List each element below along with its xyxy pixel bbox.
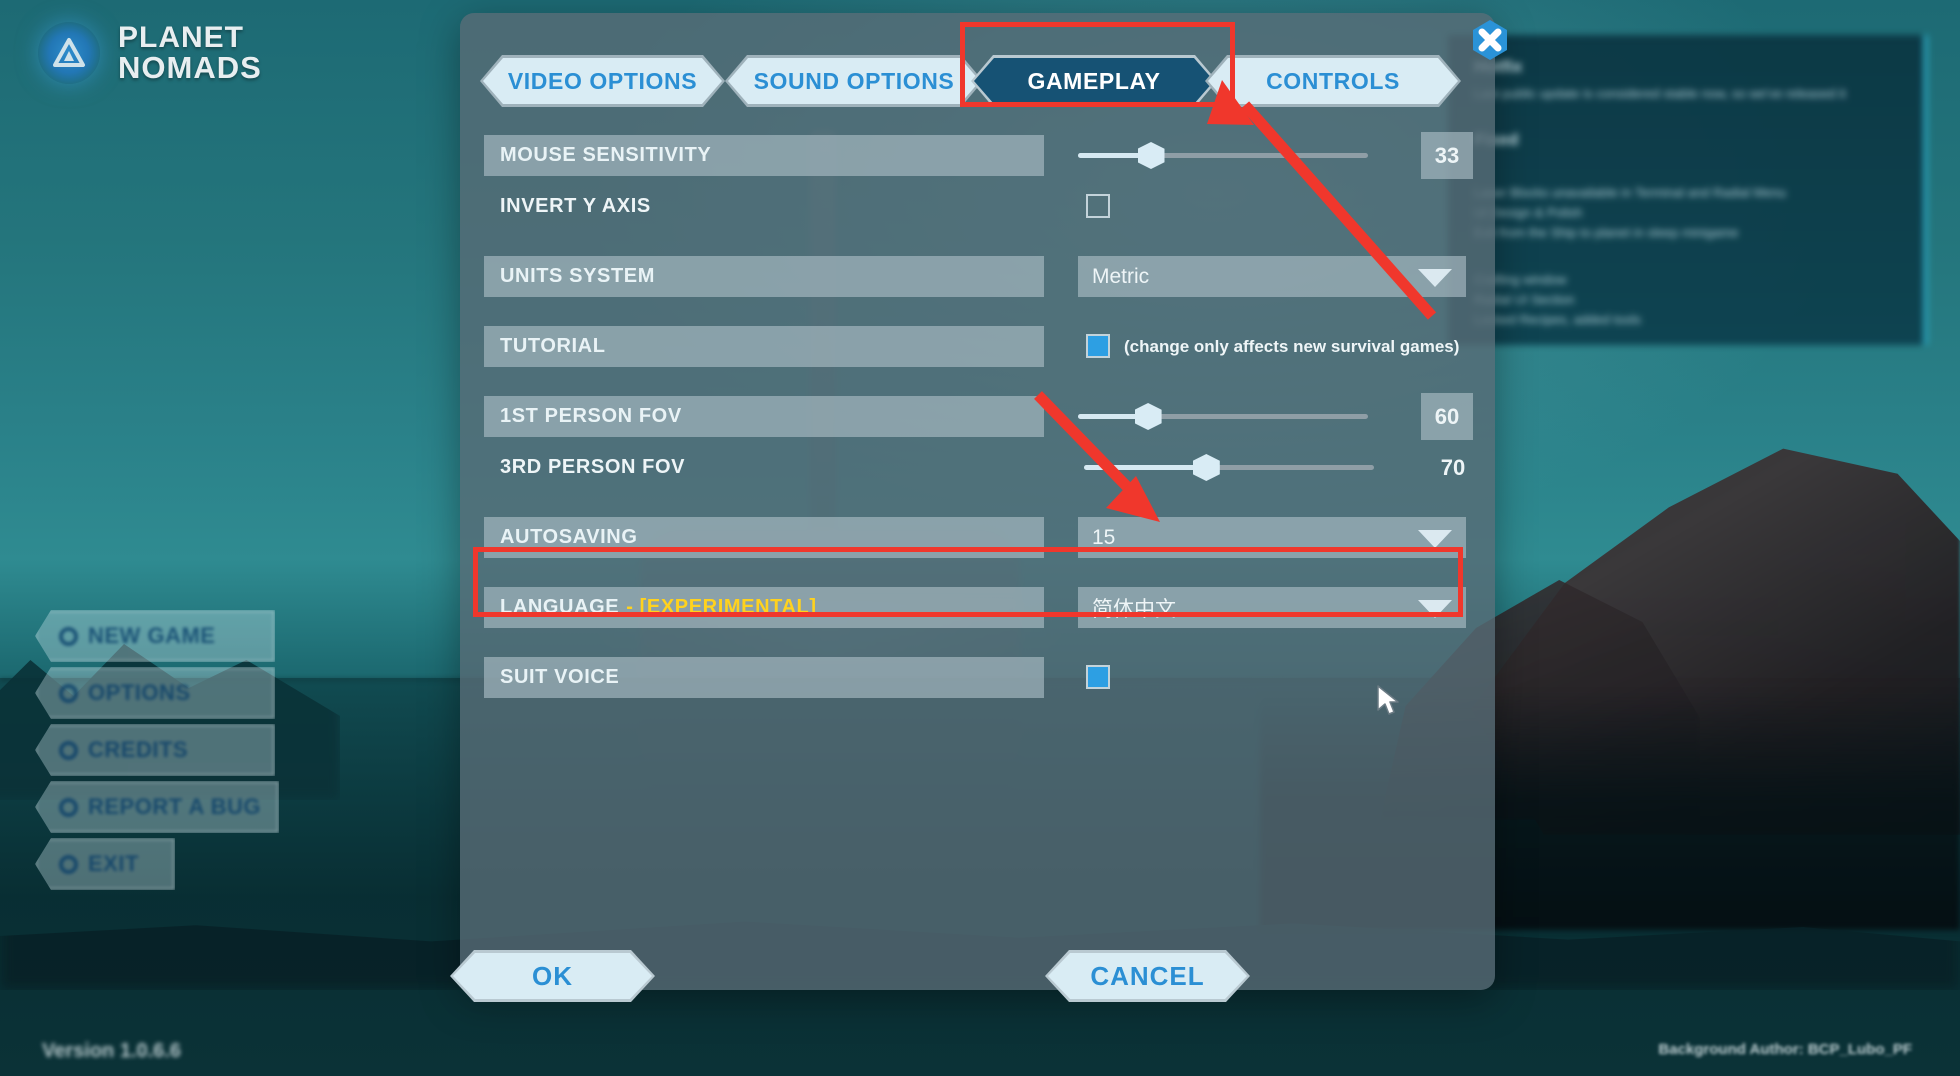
- language-value: 简体中文: [1092, 597, 1176, 621]
- tab-bar: VIDEO OPTIONS SOUND OPTIONS GAMEPLAY CON…: [480, 55, 1475, 107]
- ok-button[interactable]: OK: [450, 950, 655, 1002]
- autosaving-value: 15: [1092, 525, 1116, 549]
- mouse-sensitivity-value: 33: [1421, 132, 1473, 179]
- invert-y-axis-checkbox[interactable]: [1086, 194, 1110, 218]
- units-system-value: Metric: [1092, 264, 1150, 288]
- third-person-fov-slider[interactable]: [1084, 447, 1374, 488]
- triangle-icon: [38, 22, 100, 84]
- option-label: SUIT VOICE: [484, 657, 1044, 698]
- option-label: INVERT Y AXIS: [500, 195, 651, 217]
- ok-button-label: OK: [532, 960, 573, 991]
- version-label: Version 1.0.6.6: [42, 1040, 181, 1062]
- first-person-fov-value: 60: [1421, 393, 1473, 440]
- first-person-fov-slider[interactable]: [1078, 396, 1368, 437]
- option-row-tutorial: TUTORIAL (change only affects new surviv…: [484, 326, 1474, 373]
- option-label: 3RD PERSON FOV: [500, 456, 686, 478]
- gear-icon: [59, 740, 78, 760]
- background-author-label: Background Author: BCP_Lubo_PF: [1658, 1041, 1912, 1058]
- slider-handle[interactable]: [1192, 454, 1220, 481]
- menu-item-report-a-bug[interactable]: REPORT A BUG: [35, 781, 279, 833]
- tutorial-note: (change only affects new survival games): [1124, 336, 1460, 356]
- option-row-invert-y-axis: INVERT Y AXIS: [484, 186, 1474, 233]
- option-row-autosaving: AUTOSAVING 15: [484, 517, 1474, 564]
- cancel-button-label: CANCEL: [1090, 960, 1205, 991]
- option-row-units-system: UNITS SYSTEM Metric: [484, 256, 1474, 303]
- news-line: Crafting window: [1474, 271, 1567, 287]
- option-label: AUTOSAVING: [484, 517, 1044, 558]
- slider-handle[interactable]: [1134, 403, 1162, 430]
- language-experimental-tag: - [EXPERIMENTAL]: [626, 596, 817, 618]
- option-label: 1ST PERSON FOV: [484, 396, 1044, 437]
- news-line: Radial UI Section: [1474, 291, 1575, 307]
- news-heading: Hotfix: [1474, 57, 1523, 76]
- slider-fill: [1084, 465, 1206, 470]
- option-row-1st-person-fov: 1ST PERSON FOV 60: [484, 393, 1474, 443]
- tab-sound-options[interactable]: SOUND OPTIONS: [725, 55, 983, 107]
- game-logo: PLANET NOMADS: [38, 22, 262, 84]
- chevron-down-icon: [1418, 600, 1452, 618]
- option-row-3rd-person-fov: 3RD PERSON FOV 70: [484, 447, 1474, 494]
- logo-line-2: NOMADS: [118, 49, 262, 85]
- mouse-cursor: [1374, 684, 1400, 721]
- logo-line-1: PLANET: [118, 20, 244, 54]
- menu-item-label: CREDITS: [88, 737, 189, 762]
- option-row-mouse-sensitivity: MOUSE SENSITIVITY 33: [484, 132, 1474, 182]
- options-list: MOUSE SENSITIVITY 33 INVERT Y AXIS UNITS…: [484, 132, 1474, 708]
- option-label: LANGUAGE - [EXPERIMENTAL]: [484, 587, 1044, 628]
- autosaving-dropdown[interactable]: 15: [1078, 517, 1466, 558]
- chevron-down-icon: [1418, 530, 1452, 548]
- slider-handle[interactable]: [1137, 142, 1165, 169]
- gear-icon: [59, 626, 78, 646]
- tab-label: CONTROLS: [1266, 67, 1400, 94]
- news-line: UI Design & Polish: [1474, 205, 1583, 221]
- menu-item-credits[interactable]: CREDITS: [35, 724, 275, 776]
- units-system-dropdown[interactable]: Metric: [1078, 256, 1466, 297]
- news-line: Laser Blocks unavailable in Terminal and…: [1474, 185, 1786, 201]
- news-line: Last public update is considered stable …: [1474, 86, 1846, 101]
- main-menu: NEW GAME OPTIONS CREDITS REPORT A BUG EX…: [35, 610, 279, 895]
- news-line: Locked Recipes, added tools: [1474, 311, 1641, 327]
- cancel-button[interactable]: CANCEL: [1045, 950, 1250, 1002]
- menu-item-label: REPORT A BUG: [88, 794, 262, 819]
- menu-item-label: EXIT: [88, 851, 139, 876]
- tab-controls[interactable]: CONTROLS: [1205, 55, 1461, 107]
- language-label-text: LANGUAGE: [500, 596, 620, 618]
- news-panel: Hotfix Last public update is considered …: [1448, 35, 1928, 345]
- menu-item-options[interactable]: OPTIONS: [35, 667, 275, 719]
- chevron-down-icon: [1418, 269, 1452, 287]
- tab-label: VIDEO OPTIONS: [507, 67, 698, 94]
- menu-item-label: OPTIONS: [88, 680, 191, 705]
- tutorial-checkbox[interactable]: [1086, 334, 1110, 358]
- suit-voice-checkbox[interactable]: [1086, 665, 1110, 689]
- menu-item-exit[interactable]: EXIT: [35, 838, 175, 890]
- tab-label: SOUND OPTIONS: [753, 67, 955, 94]
- third-person-fov-value: 70: [1440, 454, 1466, 480]
- language-dropdown[interactable]: 简体中文: [1078, 587, 1466, 628]
- options-dialog: VIDEO OPTIONS SOUND OPTIONS GAMEPLAY CON…: [460, 13, 1507, 990]
- news-heading-secondary: Fixed: [1474, 130, 1519, 150]
- gear-icon: [59, 797, 78, 817]
- gear-icon: [59, 683, 78, 703]
- menu-item-label: NEW GAME: [88, 623, 216, 648]
- option-label: TUTORIAL: [484, 326, 1044, 367]
- option-label: UNITS SYSTEM: [484, 256, 1044, 297]
- tab-gameplay[interactable]: GAMEPLAY: [971, 55, 1217, 107]
- mouse-sensitivity-slider[interactable]: [1078, 135, 1368, 176]
- gear-icon: [59, 854, 78, 874]
- news-line: Exit from the Ship to planet in sleep mi…: [1474, 225, 1739, 241]
- tab-video-options[interactable]: VIDEO OPTIONS: [480, 55, 725, 107]
- option-label: MOUSE SENSITIVITY: [484, 135, 1044, 176]
- option-row-language: LANGUAGE - [EXPERIMENTAL] 简体中文: [484, 587, 1474, 634]
- menu-item-new-game[interactable]: NEW GAME: [35, 610, 275, 662]
- tab-label: GAMEPLAY: [1027, 67, 1161, 94]
- close-icon[interactable]: [1468, 18, 1512, 62]
- option-row-suit-voice: SUIT VOICE: [484, 657, 1474, 704]
